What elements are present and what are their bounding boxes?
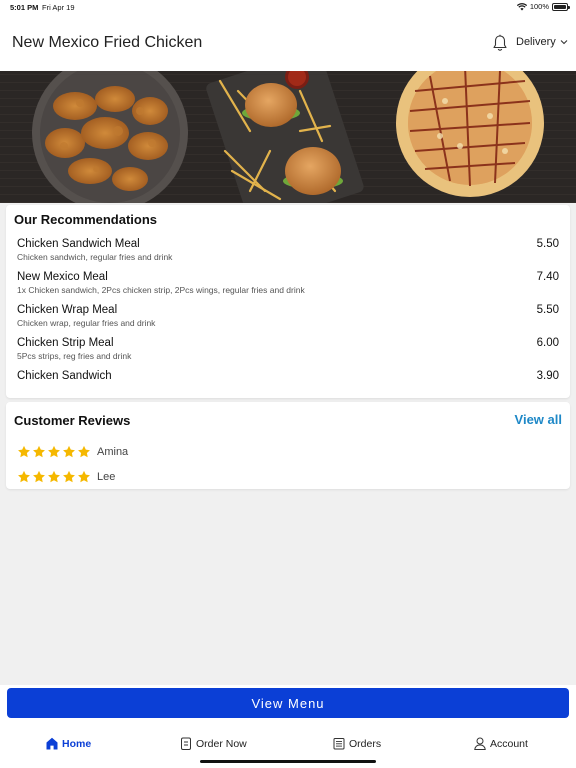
- tab-account[interactable]: Account: [474, 737, 528, 750]
- restaurant-title: New Mexico Fried Chicken: [12, 34, 203, 51]
- menu-item-price: 5.50: [536, 238, 559, 250]
- star-icon: [18, 470, 30, 483]
- star-icon: [48, 470, 60, 483]
- menu-item-description: 1x Chicken sandwich, 2Pcs chicken strip,…: [17, 285, 305, 295]
- menu-item-name: Chicken Strip Meal: [17, 337, 114, 349]
- home-icon: [46, 737, 58, 750]
- menu-item-description: Chicken wrap, regular fries and drink: [17, 318, 156, 328]
- menu-item-price: 5.50: [536, 304, 559, 316]
- view-menu-button[interactable]: View Menu: [7, 688, 569, 718]
- menu-item-name: Chicken Sandwich Meal: [17, 238, 140, 250]
- tab-label: Account: [490, 737, 528, 750]
- star-icon: [63, 470, 75, 483]
- star-icon: [78, 470, 90, 483]
- delivery-mode-label: Delivery: [516, 36, 556, 48]
- recommendations-title: Our Recommendations: [14, 212, 158, 227]
- reviewer-name: Amina: [97, 446, 129, 458]
- menu-item-price: 3.90: [536, 370, 559, 382]
- tab-label: Orders: [349, 737, 382, 750]
- review-row[interactable]: Amina: [17, 445, 128, 459]
- menu-item-name: Chicken Wrap Meal: [17, 304, 118, 316]
- customer-reviews-card: Customer Reviews View all Amina Lee: [6, 402, 570, 489]
- menu-item[interactable]: Chicken Wrap Meal Chicken wrap, regular …: [17, 304, 559, 328]
- tab-home[interactable]: Home: [46, 737, 91, 750]
- review-row[interactable]: Lee: [17, 470, 115, 484]
- menu-item-price: 7.40: [536, 271, 559, 283]
- view-all-reviews-link[interactable]: View all: [515, 412, 562, 427]
- menu-item-price: 6.00: [536, 337, 559, 349]
- order-icon: [181, 737, 191, 750]
- tab-label: Home: [62, 737, 92, 750]
- reviewer-name: Lee: [97, 471, 116, 483]
- star-rating: [17, 445, 91, 459]
- person-icon: [474, 737, 486, 750]
- menu-item[interactable]: Chicken Strip Meal 5Pcs strips, reg frie…: [17, 337, 559, 361]
- status-date: Fri Apr 19: [42, 3, 75, 12]
- receipt-icon: [333, 738, 345, 750]
- star-icon: [33, 445, 45, 458]
- menu-item[interactable]: Chicken Sandwich Meal Chicken sandwich, …: [17, 238, 559, 262]
- menu-item-description: 5Pcs strips, reg fries and drink: [17, 351, 132, 361]
- tab-order-now[interactable]: Order Now: [180, 737, 247, 750]
- menu-item-name: New Mexico Meal: [17, 271, 108, 283]
- reviews-title: Customer Reviews: [14, 413, 131, 428]
- menu-item[interactable]: Chicken Sandwich 3.90: [17, 370, 559, 382]
- wifi-icon: [516, 2, 527, 10]
- chevron-down-icon: [560, 40, 568, 45]
- bell-icon[interactable]: [492, 34, 508, 52]
- star-icon: [63, 445, 75, 458]
- hero-banner: [0, 71, 576, 203]
- menu-item-name: Chicken Sandwich: [17, 370, 112, 382]
- delivery-mode-selector[interactable]: Delivery: [516, 36, 568, 48]
- home-indicator[interactable]: [200, 760, 376, 763]
- star-icon: [18, 445, 30, 458]
- star-icon: [78, 445, 90, 458]
- app-header: New Mexico Fried Chicken Delivery: [0, 14, 576, 71]
- food-banner-image: [0, 71, 576, 203]
- tab-orders[interactable]: Orders: [333, 737, 381, 750]
- star-icon: [33, 470, 45, 483]
- status-bar: 5:01 PM Fri Apr 19 100%: [0, 0, 576, 14]
- star-icon: [48, 445, 60, 458]
- menu-item[interactable]: New Mexico Meal 1x Chicken sandwich, 2Pc…: [17, 271, 559, 295]
- tab-label: Order Now: [196, 737, 247, 750]
- status-time: 5:01 PM: [10, 3, 39, 12]
- star-rating: [17, 470, 91, 484]
- recommendations-card: Our Recommendations Chicken Sandwich Mea…: [6, 205, 570, 398]
- menu-item-description: Chicken sandwich, regular fries and drin…: [17, 252, 173, 262]
- battery-icon: [552, 2, 570, 11]
- battery-percent: 100%: [529, 2, 549, 11]
